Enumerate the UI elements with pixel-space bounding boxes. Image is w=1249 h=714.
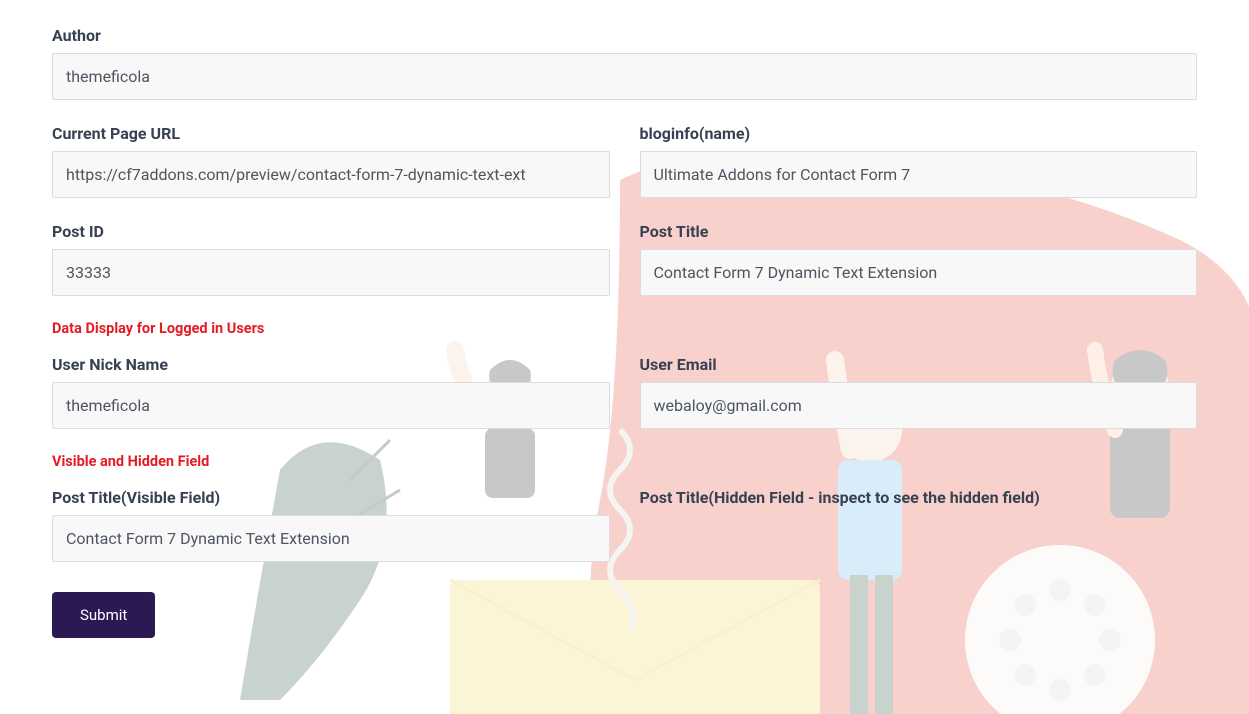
bloginfo-name-input[interactable]: [640, 151, 1198, 198]
post-id-label: Post ID: [52, 222, 610, 241]
post-id-group: Post ID: [52, 222, 610, 296]
bloginfo-name-group: bloginfo(name): [640, 124, 1198, 198]
row-visible-hidden-fields: Post Title(Visible Field) Post Title(Hid…: [52, 488, 1197, 562]
post-title-visible-label: Post Title(Visible Field): [52, 488, 610, 507]
post-title-input[interactable]: [640, 249, 1198, 296]
post-title-hidden-group: Post Title(Hidden Field - inspect to see…: [640, 488, 1198, 562]
form-container: Author Current Page URL bloginfo(name) P…: [0, 0, 1249, 664]
user-email-group: User Email: [640, 355, 1198, 429]
author-field-group: Author: [52, 26, 1197, 100]
author-label: Author: [52, 26, 1197, 45]
user-nick-name-group: User Nick Name: [52, 355, 610, 429]
user-email-label: User Email: [640, 355, 1198, 374]
user-email-input[interactable]: [640, 382, 1198, 429]
post-title-hidden-label: Post Title(Hidden Field - inspect to see…: [640, 488, 1198, 507]
post-title-label: Post Title: [640, 222, 1198, 241]
current-page-url-label: Current Page URL: [52, 124, 610, 143]
post-title-visible-input[interactable]: [52, 515, 610, 562]
post-title-group: Post Title: [640, 222, 1198, 296]
section-visible-hidden: Visible and Hidden Field: [52, 453, 1197, 470]
row-postid-posttitle: Post ID Post Title: [52, 222, 1197, 296]
post-title-visible-group: Post Title(Visible Field): [52, 488, 610, 562]
current-page-url-group: Current Page URL: [52, 124, 610, 198]
current-page-url-input[interactable]: [52, 151, 610, 198]
bloginfo-name-label: bloginfo(name): [640, 124, 1198, 143]
user-nick-name-label: User Nick Name: [52, 355, 610, 374]
row-nickname-email: User Nick Name User Email: [52, 355, 1197, 429]
row-url-bloginfo: Current Page URL bloginfo(name): [52, 124, 1197, 198]
author-input[interactable]: [52, 53, 1197, 100]
section-logged-in-users: Data Display for Logged in Users: [52, 320, 1197, 337]
user-nick-name-input[interactable]: [52, 382, 610, 429]
submit-button[interactable]: Submit: [52, 592, 155, 638]
post-id-input[interactable]: [52, 249, 610, 296]
